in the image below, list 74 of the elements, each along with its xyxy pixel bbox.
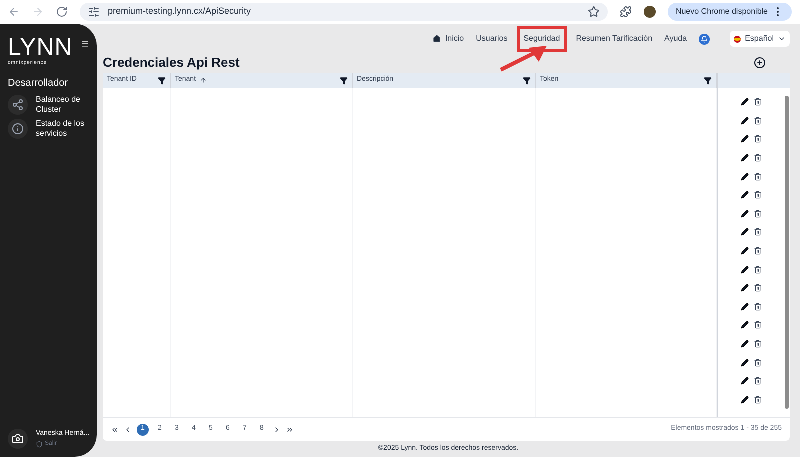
- update-chrome-button[interactable]: Nuevo Chrome disponible: [668, 3, 792, 21]
- extensions-icon[interactable]: [620, 6, 632, 18]
- delete-icon[interactable]: [754, 396, 762, 404]
- nav-link[interactable]: Resumen Tarificación: [576, 33, 653, 45]
- add-icon[interactable]: [754, 56, 766, 68]
- filter-icon[interactable]: [340, 76, 348, 84]
- spain-flag-icon: [734, 36, 742, 42]
- sidebar-item[interactable]: Estado de los servicios: [8, 118, 89, 138]
- shield-icon: [36, 440, 43, 448]
- address-bar[interactable]: premium-testing.lynn.cx/ApiSecurity: [80, 3, 608, 21]
- delete-icon[interactable]: [754, 247, 762, 256]
- delete-icon[interactable]: [754, 358, 762, 367]
- nav-link[interactable]: Ayuda: [664, 33, 688, 45]
- delete-icon[interactable]: [754, 172, 762, 181]
- delete-icon[interactable]: [754, 228, 762, 236]
- delete-icon[interactable]: [754, 340, 762, 348]
- next-page-icon[interactable]: [273, 426, 281, 434]
- delete-icon[interactable]: [754, 377, 762, 386]
- nav-link[interactable]: Usuarios: [476, 33, 508, 45]
- delete-icon[interactable]: [754, 98, 762, 106]
- reload-icon[interactable]: [56, 6, 68, 18]
- nav-link[interactable]: Inicio: [433, 33, 464, 45]
- last-page-icon[interactable]: [286, 426, 294, 434]
- home-icon: [433, 35, 442, 43]
- filter-icon[interactable]: [158, 76, 166, 84]
- site-settings-icon[interactable]: [88, 6, 100, 18]
- edit-icon[interactable]: [740, 321, 748, 330]
- delete-icon[interactable]: [754, 191, 762, 200]
- section-title: Desarrollador: [8, 76, 70, 90]
- edit-icon[interactable]: [740, 210, 748, 218]
- edit-icon[interactable]: [740, 396, 748, 404]
- edit-icon[interactable]: [740, 358, 748, 367]
- logo: LYNN: [8, 36, 73, 60]
- edit-icon[interactable]: [740, 228, 748, 236]
- camera-icon[interactable]: [8, 429, 28, 449]
- cluster-icon: [8, 94, 28, 114]
- edit-icon[interactable]: [740, 116, 748, 125]
- delete-icon[interactable]: [754, 266, 762, 274]
- notification-icon[interactable]: [699, 34, 710, 44]
- first-page-icon[interactable]: [111, 426, 119, 434]
- delete-icon[interactable]: [754, 284, 762, 292]
- info-icon: [8, 118, 28, 138]
- filter-icon[interactable]: [523, 76, 531, 84]
- bookmark-star-icon[interactable]: [588, 6, 600, 18]
- url-text: premium-testing.lynn.cx/ApiSecurity: [108, 5, 252, 18]
- chevron-down-icon: [778, 35, 786, 43]
- edit-icon[interactable]: [740, 302, 748, 311]
- profile-avatar[interactable]: [644, 6, 656, 18]
- edit-icon[interactable]: [740, 340, 748, 348]
- edit-icon[interactable]: [740, 135, 748, 144]
- edit-icon[interactable]: [740, 284, 748, 292]
- edit-icon[interactable]: [740, 191, 748, 200]
- edit-icon[interactable]: [740, 377, 748, 386]
- delete-icon[interactable]: [754, 154, 762, 162]
- edit-icon[interactable]: [740, 154, 748, 162]
- edit-icon[interactable]: [740, 266, 748, 274]
- edit-icon[interactable]: [740, 247, 748, 256]
- edit-icon[interactable]: [740, 172, 748, 181]
- annotation-arrow-drawing: [499, 44, 549, 72]
- language-select[interactable]: Español: [730, 31, 790, 47]
- back-icon[interactable]: [8, 6, 20, 18]
- sidebar-item[interactable]: Balanceo de Cluster: [8, 94, 89, 114]
- filter-icon[interactable]: [704, 76, 712, 84]
- delete-icon[interactable]: [754, 135, 762, 144]
- page-title: Credenciales Api Rest: [103, 54, 240, 72]
- delete-icon[interactable]: [754, 210, 762, 218]
- previous-page-icon[interactable]: [124, 426, 132, 434]
- sort-ascending-icon[interactable]: [200, 77, 208, 84]
- edit-icon[interactable]: [740, 98, 748, 106]
- actions-column-header: [718, 73, 790, 88]
- nav-link[interactable]: Seguridad: [520, 29, 564, 49]
- delete-icon[interactable]: [754, 116, 762, 125]
- delete-icon[interactable]: [754, 321, 762, 330]
- delete-icon[interactable]: [754, 302, 762, 311]
